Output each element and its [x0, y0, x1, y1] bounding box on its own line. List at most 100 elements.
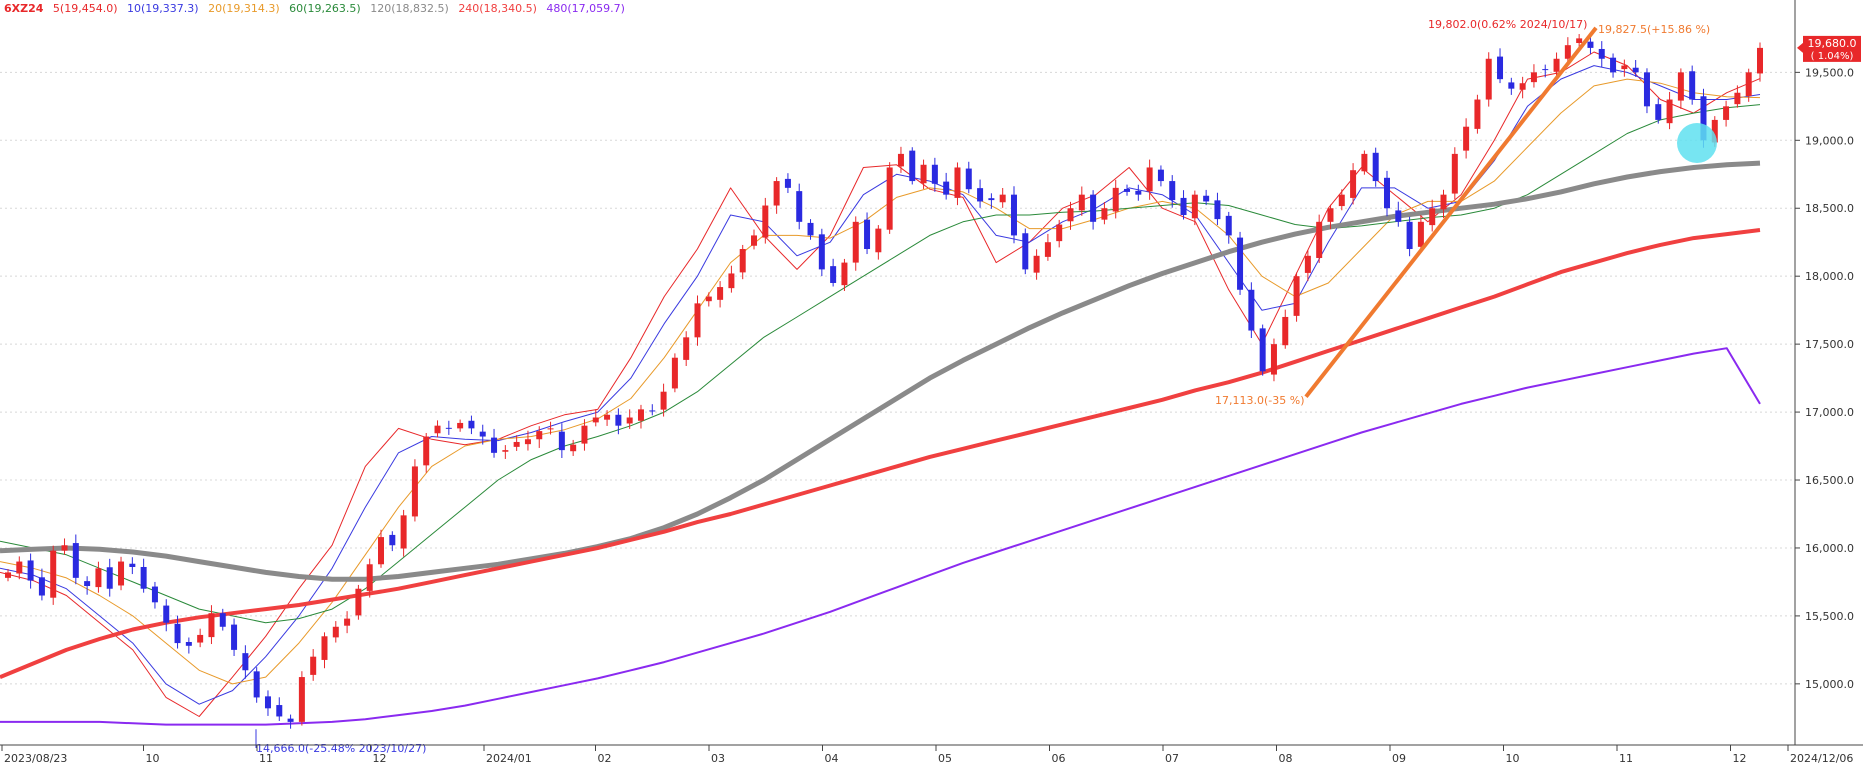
candle-body	[1282, 316, 1289, 346]
candle-body	[1553, 58, 1560, 72]
candle-body	[1576, 38, 1583, 44]
candle-body	[491, 437, 498, 453]
candle-body	[1033, 255, 1040, 273]
candle-body	[242, 653, 249, 671]
candle-body	[818, 234, 825, 270]
candle-body	[502, 450, 509, 452]
candles	[5, 34, 1763, 729]
candle-body	[1598, 48, 1605, 59]
y-tick-label: 19,500.0	[1805, 66, 1854, 79]
candle-body	[1621, 65, 1628, 70]
candle-body	[547, 428, 554, 430]
annotation-label: 19,802.0(0.62% 2024/10/17)	[1428, 18, 1587, 31]
y-tick-label: 15,500.0	[1805, 610, 1854, 623]
x-tick-label: 03	[711, 752, 725, 765]
candle-body	[1067, 208, 1074, 222]
candle-body	[1338, 194, 1345, 207]
y-tick-label: 16,000.0	[1805, 542, 1854, 555]
candle-body	[1078, 194, 1085, 211]
x-tick-label: 11	[1619, 752, 1633, 765]
candle-body	[626, 417, 633, 424]
candle-body	[1519, 83, 1526, 90]
candle-body	[717, 287, 724, 300]
x-tick-label: 2023/08/23	[4, 752, 67, 765]
candle-body	[1350, 170, 1357, 198]
annotation-label: 17,113.0(-35 %)	[1215, 394, 1304, 407]
candle-body	[637, 409, 644, 421]
candle-body	[1440, 194, 1447, 210]
ma-line-480	[0, 347, 1761, 726]
candle-body	[400, 515, 407, 549]
x-tick-label: 12	[373, 752, 387, 765]
candle-body	[1044, 242, 1051, 257]
candle-body	[1745, 72, 1752, 96]
candle-body	[378, 537, 385, 565]
candle-body	[61, 545, 68, 551]
candle-body	[841, 262, 848, 286]
candle-body	[671, 357, 678, 389]
highlight-marker	[1677, 123, 1717, 164]
candle-body	[332, 626, 339, 638]
candle-body	[1316, 221, 1323, 258]
candle-body	[536, 431, 543, 440]
candle-body	[479, 431, 486, 437]
price-chart[interactable]: 19,802.0(0.62% 2024/10/17) 19,827.5(+15.8…	[0, 0, 1863, 774]
candle-body	[445, 427, 452, 429]
candle-body	[1406, 221, 1413, 250]
candle-body	[231, 624, 238, 650]
candle-body	[208, 613, 215, 638]
x-tick-label: 04	[825, 752, 839, 765]
candle-body	[592, 417, 599, 423]
candle-body	[321, 636, 328, 660]
ma-line-5	[0, 51, 1761, 717]
candle-body	[1237, 237, 1244, 290]
x-tick-label: 02	[598, 752, 612, 765]
candle-body	[807, 222, 814, 236]
y-tick-label: 18,000.0	[1805, 270, 1854, 283]
candle-body	[355, 588, 362, 616]
candle-body	[1327, 208, 1334, 222]
candle-body	[558, 431, 565, 451]
candle-body	[705, 296, 712, 302]
candle-body	[762, 205, 769, 238]
candle-body	[1429, 208, 1436, 226]
candle-body	[604, 414, 611, 420]
y-tick-label: 18,500.0	[1805, 202, 1854, 215]
x-tick-label: 10	[1506, 752, 1520, 765]
candle-body	[784, 178, 791, 188]
candle-body	[1666, 99, 1673, 124]
candle-body	[660, 391, 667, 410]
candle-body	[1542, 69, 1549, 71]
candle-body	[739, 249, 746, 273]
candle-body	[1372, 152, 1379, 182]
candle-body	[649, 410, 656, 412]
candle-body	[253, 671, 260, 698]
candle-body	[615, 414, 622, 426]
candle-body	[1191, 194, 1198, 219]
candle-body	[264, 696, 271, 709]
candle-body	[1214, 200, 1221, 220]
candle-body	[1610, 57, 1617, 73]
candle-body	[197, 634, 204, 643]
candle-body	[298, 677, 305, 722]
candle-body	[1723, 106, 1730, 120]
candle-body	[943, 181, 950, 195]
candle-body	[988, 198, 995, 201]
candle-body	[106, 567, 113, 589]
candle-body	[751, 235, 758, 246]
candle-body	[468, 420, 475, 429]
y-tick-label: 15,000.0	[1805, 678, 1854, 691]
candle-body	[683, 337, 690, 360]
candle-body	[897, 153, 904, 167]
candle-body	[1124, 188, 1131, 192]
x-tick-label: 12	[1733, 752, 1747, 765]
candle-body	[434, 425, 441, 434]
candle-body	[875, 228, 882, 253]
candle-body	[1485, 58, 1492, 100]
candle-body	[1734, 92, 1741, 105]
y-tick-label: 17,500.0	[1805, 338, 1854, 351]
candle-body	[694, 303, 701, 338]
candle-body	[909, 150, 916, 182]
candle-body	[151, 586, 158, 603]
candle-body	[954, 167, 961, 198]
